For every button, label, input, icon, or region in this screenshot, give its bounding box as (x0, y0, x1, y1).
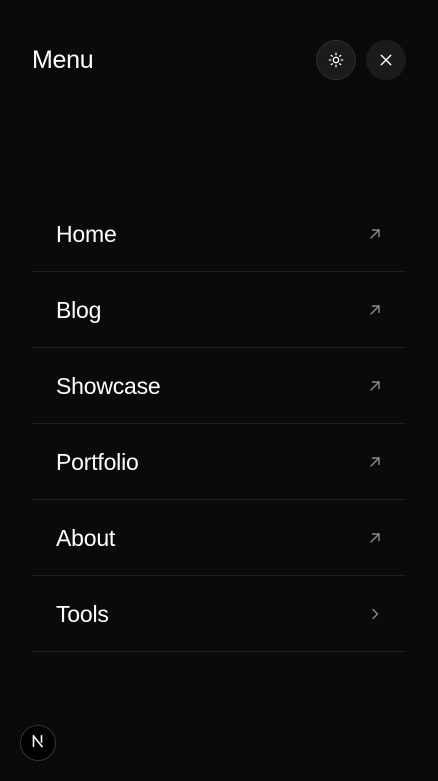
menu-item-home[interactable]: Home (32, 196, 406, 272)
theme-toggle-button[interactable] (316, 40, 356, 80)
menu-list: Home Blog Showcase Portfolio About Tools (32, 196, 406, 652)
arrow-up-right-icon (368, 379, 382, 393)
nextjs-logo-icon (31, 734, 45, 753)
sun-icon (328, 52, 344, 68)
menu-title: Menu (32, 46, 94, 74)
menu-item-portfolio[interactable]: Portfolio (32, 424, 406, 500)
nextjs-badge-button[interactable] (20, 725, 56, 761)
menu-header: Menu (32, 40, 406, 80)
menu-item-label: About (56, 524, 116, 551)
chevron-right-icon (368, 607, 382, 621)
menu-item-label: Showcase (56, 372, 161, 399)
menu-item-label: Tools (56, 600, 109, 627)
menu-item-label: Home (56, 220, 117, 247)
header-actions (316, 40, 406, 80)
menu-item-about[interactable]: About (32, 500, 406, 576)
arrow-up-right-icon (368, 227, 382, 241)
arrow-up-right-icon (368, 531, 382, 545)
close-icon (378, 52, 394, 68)
arrow-up-right-icon (368, 303, 382, 317)
close-menu-button[interactable] (366, 40, 406, 80)
menu-item-blog[interactable]: Blog (32, 272, 406, 348)
menu-item-label: Blog (56, 296, 102, 323)
menu-item-label: Portfolio (56, 448, 139, 475)
menu-item-tools[interactable]: Tools (32, 576, 406, 652)
arrow-up-right-icon (368, 455, 382, 469)
menu-item-showcase[interactable]: Showcase (32, 348, 406, 424)
